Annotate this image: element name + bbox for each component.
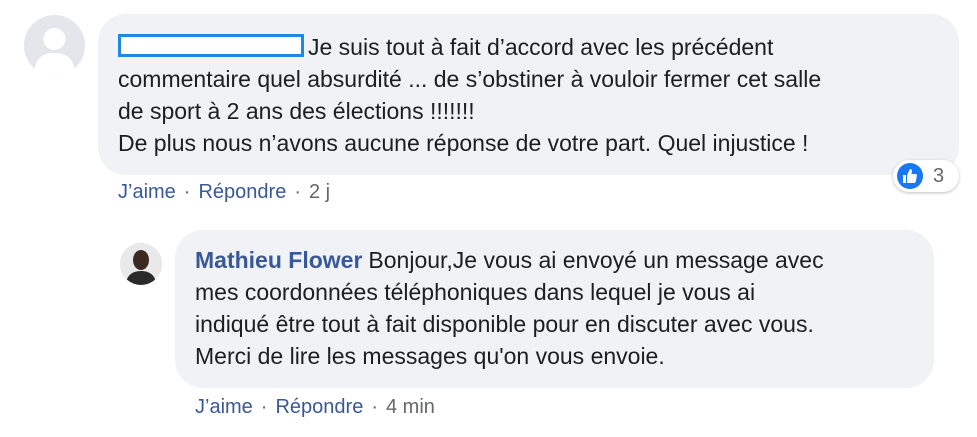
- comment-bubble: Je suis tout à fait d’accord avec les pr…: [98, 14, 959, 175]
- separator-dot: ·: [183, 181, 191, 203]
- redacted-author-name: [118, 34, 304, 57]
- comment-timestamp[interactable]: 2 j: [309, 181, 330, 203]
- user-silhouette-icon: [34, 28, 75, 76]
- reply-actions: J’aime · Répondre · 4 min: [195, 395, 435, 419]
- like-link[interactable]: J’aime: [118, 181, 176, 203]
- comment-actions: J’aime · Répondre · 2 j: [118, 180, 330, 204]
- default-avatar[interactable]: [24, 15, 85, 76]
- comment-line-4: De plus nous n’avons aucune réponse de v…: [118, 130, 809, 156]
- reaction-count: 3: [933, 165, 945, 187]
- reply-bubble: Mathieu Flower Bonjour,Je vous ai envoyé …: [175, 230, 934, 388]
- like-link[interactable]: J’aime: [195, 396, 253, 418]
- comment-text: Je suis tout à fait d’accord avec les pr…: [308, 34, 774, 60]
- reply-link[interactable]: Répondre: [198, 181, 286, 203]
- separator-dot: ·: [294, 181, 301, 203]
- separator-dot: ·: [260, 396, 268, 418]
- reply-link[interactable]: Répondre: [275, 396, 363, 418]
- comment-line-1: Je suis tout à fait d’accord avec les pr…: [118, 31, 939, 63]
- separator-dot: ·: [371, 396, 378, 418]
- reply-author-link[interactable]: Mathieu Flower: [195, 247, 362, 273]
- reply-line-3: indiqué être tout à fait disponible pour…: [195, 311, 814, 337]
- comment-line-2: commentaire quel absurdité ... de s’obst…: [118, 66, 822, 92]
- avatar[interactable]: [120, 243, 162, 285]
- reply-line-2: mes coordonnées téléphoniques dans leque…: [195, 279, 756, 305]
- reply-line-4: Merci de lire les messages qu'on vous en…: [195, 343, 665, 369]
- like-icon: [897, 163, 923, 189]
- comment-line-3: de sport à 2 ans des élections !!!!!!!: [118, 98, 475, 124]
- reply-text: Bonjour,Je vous ai envoyé un message ave…: [368, 247, 824, 273]
- reply-line-1: Mathieu Flower Bonjour,Je vous ai envoyé …: [195, 244, 914, 276]
- reply-timestamp[interactable]: 4 min: [386, 396, 435, 418]
- profile-photo-icon: [120, 243, 162, 285]
- reaction-summary[interactable]: 3: [893, 160, 959, 192]
